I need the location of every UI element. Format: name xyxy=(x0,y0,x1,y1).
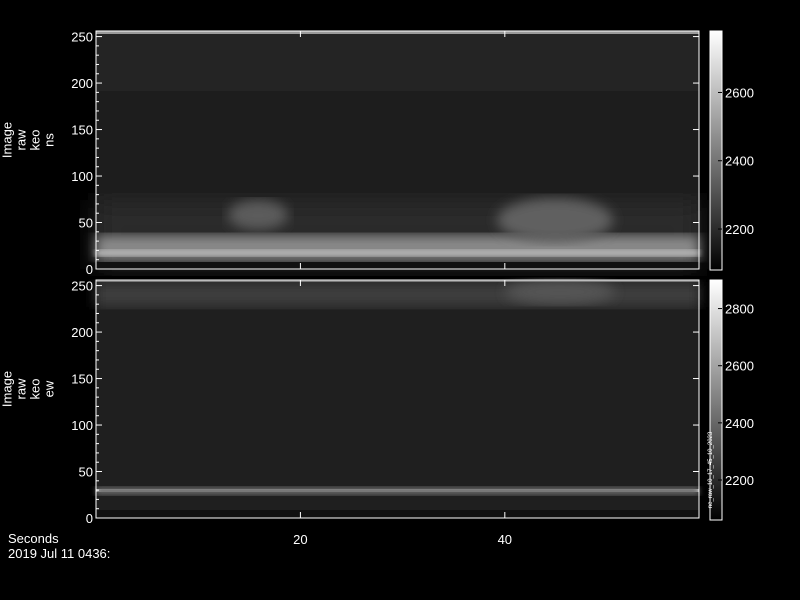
panel-ew: 0 50 100 150 200 250 Image raw keo ew 2200 2400 260… xyxy=(0,279,754,526)
heatmap-ew xyxy=(96,280,699,518)
y-tick-label: 100 xyxy=(71,418,93,433)
y-tick-label: 0 xyxy=(86,262,93,277)
heatmap-ns xyxy=(96,31,699,269)
y-tick-label: 100 xyxy=(71,169,93,184)
y-axis-label-line: ns xyxy=(41,133,56,147)
colorbar-tick-label: 2400 xyxy=(725,154,754,169)
colorbar-tick-label: 2400 xyxy=(725,416,754,431)
y-axis-label-line: raw xyxy=(13,129,28,151)
y-axis-label-line: ew xyxy=(41,380,56,397)
y-tick-label: 250 xyxy=(71,279,93,294)
y-axis-label-line: Image xyxy=(0,371,14,407)
x-tick-label: 40 xyxy=(498,532,512,547)
colorbar-tick-label: 2800 xyxy=(725,302,754,317)
x-axis-label: Seconds xyxy=(8,531,59,546)
y-tick-label: 0 xyxy=(86,511,93,526)
date-label: 2019 Jul 11 0436: xyxy=(8,546,111,561)
y-axis-label-line: raw xyxy=(13,378,28,400)
x-axis: 20 40 xyxy=(293,532,512,547)
y-axis-label-line: keo xyxy=(27,379,42,400)
y-tick-label: 150 xyxy=(71,372,93,387)
y-tick-label: 150 xyxy=(71,123,93,138)
y-tick-label: 200 xyxy=(71,325,93,340)
colorbar-annotation: ne_raw_10_17_45_10_2023 xyxy=(708,431,714,508)
colorbar-tick-label: 2200 xyxy=(725,473,754,488)
keogram-figure: 050100150200250Image raw keo ns 22002400260… xyxy=(0,30,754,547)
y-axis-label-line: Image xyxy=(0,122,14,158)
colorbar-tick-label: 2600 xyxy=(725,359,754,374)
y-axis-label-line: keo xyxy=(27,130,42,151)
x-tick-label: 20 xyxy=(293,532,307,547)
y-tick-label: 50 xyxy=(79,216,93,231)
y-tick-label: 200 xyxy=(71,76,93,91)
panel-ns: 0 50 100 150 200 250 Image raw keo ns 2200 2400 260… xyxy=(0,30,754,277)
y-tick-label: 250 xyxy=(71,30,93,45)
colorbar xyxy=(709,30,723,271)
colorbar-tick-label: 2200 xyxy=(725,222,754,237)
colorbar-tick-label: 2600 xyxy=(725,85,754,100)
y-tick-label: 50 xyxy=(79,465,93,480)
